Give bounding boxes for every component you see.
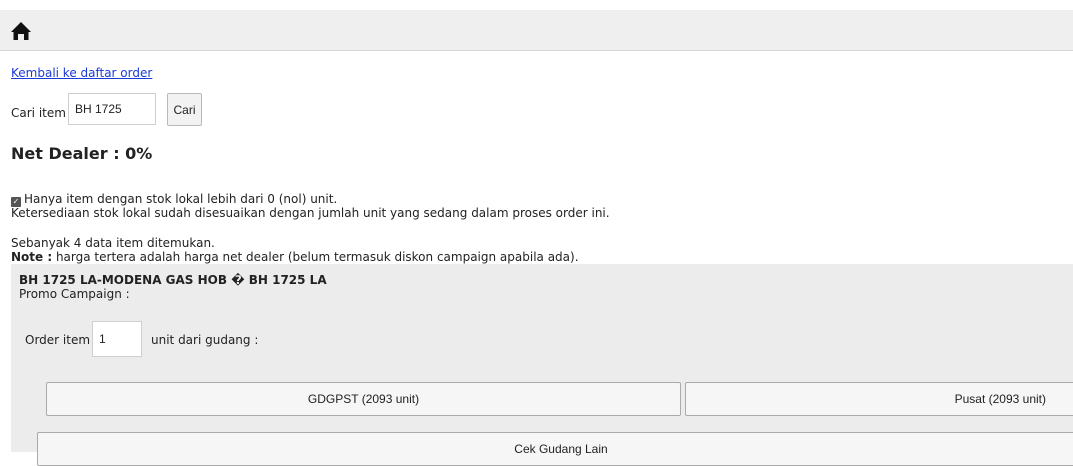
top-bar [0,10,1073,51]
home-icon[interactable] [10,21,32,41]
item-title: BH 1725 LA-MODENA GAS HOB � BH 1725 LA [19,273,327,287]
price-note-text: harga tertera adalah harga net dealer (b… [52,250,579,264]
price-note: Note : harga tertera adalah harga net de… [11,250,579,264]
search-input[interactable] [68,93,156,125]
quantity-input[interactable] [92,321,142,357]
net-dealer-heading: Net Dealer : 0% [11,144,153,163]
stock-filter-label: Hanya item dengan stok lokal lebih dari … [24,192,338,206]
check-other-warehouse-button[interactable]: Cek Gudang Lain [37,432,1073,466]
item-panel: BH 1725 LA-MODENA GAS HOB � BH 1725 LA P… [11,264,1073,466]
promo-campaign: Promo Campaign : [19,287,130,301]
stock-filter: ✓ Hanya item dengan stok lokal lebih dari… [11,192,337,207]
back-to-orders-link[interactable]: Kembali ke daftar order [11,66,152,80]
order-item-label: Order item [25,333,91,347]
warehouse-pusat-button[interactable]: Pusat (2093 unit) [685,382,1073,416]
stock-note: Ketersediaan stok lokal sudah disesuaika… [11,206,610,220]
price-note-label: Note : [11,250,53,264]
results-count: Sebanyak 4 data item ditemukan. [11,236,215,250]
order-unit-label: unit dari gudang : [151,333,259,347]
search-button[interactable]: Cari [167,93,202,126]
warehouse-gdgpst-button[interactable]: GDGPST (2093 unit) [46,382,681,416]
search-label: Cari item [11,106,66,120]
